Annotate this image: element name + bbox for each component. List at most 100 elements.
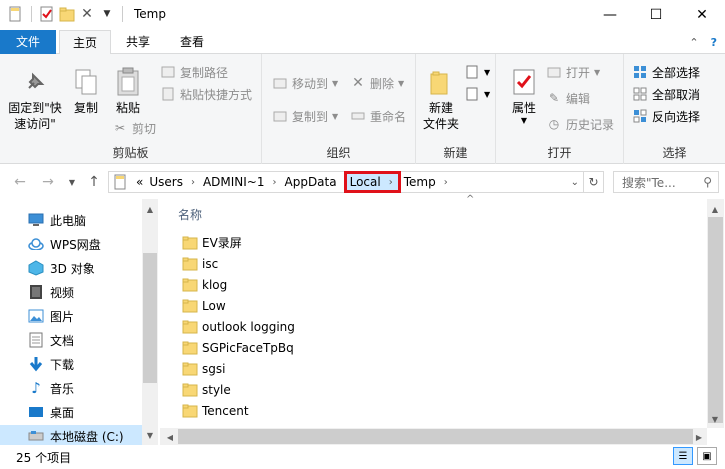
list-item[interactable]: outlook logging xyxy=(182,316,295,337)
video-icon xyxy=(28,284,44,300)
search-input[interactable]: 搜索"Te... ⚲ xyxy=(613,171,719,193)
move-to-button[interactable]: 移动到 ▼ xyxy=(272,73,338,93)
nav-item-local-disk-c[interactable]: 本地磁盘 (C:) xyxy=(0,425,142,447)
new-folder-button[interactable]: 新建 文件夹 xyxy=(418,58,464,132)
folder-icon xyxy=(182,341,198,354)
large-icons-view-icon[interactable]: ▣ xyxy=(697,447,717,465)
list-item[interactable]: sgsi xyxy=(182,358,225,379)
paste-shortcut-button[interactable]: 粘贴快捷方式 xyxy=(160,84,252,104)
ribbon-tabs: 文件 主页 共享 查看 ⌃ ? xyxy=(0,30,725,55)
file-scroll-down-icon[interactable]: ▼ xyxy=(707,411,723,427)
list-item[interactable]: Tencent xyxy=(182,400,249,421)
file-scroll-up-icon[interactable]: ▲ xyxy=(707,201,723,217)
folder-icon xyxy=(182,320,198,333)
list-item[interactable]: isc xyxy=(182,253,218,274)
breadcrumb-separator-icon[interactable]: › xyxy=(439,177,453,188)
nav-item-pictures[interactable]: 图片 xyxy=(28,305,74,327)
search-icon: ⚲ xyxy=(703,175,712,189)
copy-to-button[interactable]: 复制到 ▼ xyxy=(272,106,338,126)
address-bar[interactable]: « Users › ADMINI~1 › AppData Local › Tem… xyxy=(108,171,584,193)
file-list-pane: ^ 名称 EV录屏 isc klog Low outlook logging S… xyxy=(160,194,725,445)
forward-button[interactable]: → xyxy=(38,173,58,191)
nav-item-downloads[interactable]: 下载 xyxy=(28,353,74,375)
scroll-left-icon[interactable]: ◀ xyxy=(162,429,178,445)
list-item[interactable]: Low xyxy=(182,295,226,316)
hscrollbar-thumb[interactable] xyxy=(178,429,693,444)
recent-locations-button[interactable]: ▼ xyxy=(62,173,82,191)
properties-button[interactable]: 属性 ▼ xyxy=(504,58,544,126)
nav-item-this-pc[interactable]: 此电脑 xyxy=(28,209,86,231)
rename-button[interactable]: 重命名 xyxy=(350,106,406,126)
nav-scroll-up-icon[interactable]: ▲ xyxy=(142,201,158,217)
easy-access-icon xyxy=(464,86,480,102)
column-header-name[interactable]: 名称 xyxy=(178,206,202,223)
tab-home[interactable]: 主页 xyxy=(59,30,111,55)
tab-file[interactable]: 文件 xyxy=(0,30,56,54)
window-title: Temp xyxy=(134,7,166,21)
list-item[interactable]: EV录屏 xyxy=(182,232,242,253)
cut-button[interactable]: ✂ 剪切 xyxy=(112,118,156,138)
breadcrumb-separator-icon[interactable]: › xyxy=(268,177,282,188)
customize-toolbar-icon[interactable]: ▼ xyxy=(99,6,115,22)
list-item[interactable]: SGPicFaceTpBq xyxy=(182,337,294,358)
back-button[interactable]: ← xyxy=(10,173,30,191)
file-scrollbar-thumb[interactable] xyxy=(708,217,723,423)
nav-item-desktop[interactable]: 桌面 xyxy=(28,401,74,423)
breadcrumb-separator-icon[interactable]: › xyxy=(186,177,200,188)
nav-item-music[interactable]: ♪ 音乐 xyxy=(28,377,74,399)
list-item[interactable]: klog xyxy=(182,274,227,295)
desktop-icon xyxy=(28,404,44,420)
minimize-button[interactable]: — xyxy=(587,0,633,30)
scroll-right-icon[interactable]: ▶ xyxy=(691,429,707,445)
nav-item-documents[interactable]: 文档 xyxy=(28,329,74,351)
breadcrumb-appdata[interactable]: AppData xyxy=(282,175,340,189)
breadcrumb-temp[interactable]: Temp xyxy=(401,175,439,189)
breadcrumb-admini[interactable]: ADMINI~1 xyxy=(200,175,268,189)
select-none-icon xyxy=(632,86,648,102)
computer-icon xyxy=(28,212,44,228)
edit-button[interactable]: ✎ 编辑 xyxy=(546,88,590,108)
nav-item-videos[interactable]: 视频 xyxy=(28,281,74,303)
address-folder-icon xyxy=(113,174,129,190)
nav-item-3d-objects[interactable]: 3D 对象 xyxy=(28,257,95,279)
delete-icon[interactable]: ✕ xyxy=(79,6,95,22)
select-none-button[interactable]: 全部取消 xyxy=(632,84,700,104)
new-item-button[interactable]: ▼ xyxy=(464,62,490,82)
tab-share[interactable]: 共享 xyxy=(116,30,160,54)
copy-path-button[interactable]: 复制路径 xyxy=(160,62,228,82)
collapse-ribbon-icon[interactable]: ⌃ xyxy=(689,36,698,49)
open-group: 属性 ▼ 打开 ▼ ✎ 编辑 ◷ 历史记录 打开 xyxy=(496,54,624,164)
list-item[interactable]: style xyxy=(182,379,231,400)
new-folder-icon[interactable] xyxy=(59,6,75,22)
breadcrumb-users[interactable]: Users xyxy=(146,175,186,189)
invert-selection-button[interactable]: 反向选择 xyxy=(632,106,700,126)
refresh-button[interactable]: ↻ xyxy=(584,171,604,193)
breadcrumb-separator-icon[interactable]: › xyxy=(381,177,395,188)
address-dropdown-icon[interactable]: ⌄ xyxy=(571,177,579,188)
breadcrumb-local-highlight[interactable]: Local › xyxy=(343,171,401,193)
tab-view[interactable]: 查看 xyxy=(170,30,214,54)
pin-quick-access-button[interactable]: 固定到"快速访问" xyxy=(4,58,66,132)
breadcrumb-overflow[interactable]: « xyxy=(133,175,146,189)
copy-path-icon xyxy=(160,64,176,80)
maximize-button[interactable]: ☐ xyxy=(633,0,679,30)
history-button[interactable]: ◷ 历史记录 xyxy=(546,114,614,134)
paste-button[interactable]: 粘贴 xyxy=(108,58,148,116)
delete-button[interactable]: ✕ 删除 ▼ xyxy=(350,73,404,93)
copy-to-icon xyxy=(272,108,288,124)
properties-icon[interactable] xyxy=(39,6,55,22)
easy-access-button[interactable]: ▼ xyxy=(464,84,490,104)
nav-scroll-down-icon[interactable]: ▼ xyxy=(142,427,158,443)
select-all-button[interactable]: 全部选择 xyxy=(632,62,700,82)
copy-button[interactable]: 复制 xyxy=(68,58,104,116)
help-icon[interactable]: ? xyxy=(711,36,717,49)
nav-item-wps-drive[interactable]: WPS网盘 xyxy=(28,233,101,255)
select-group: 全部选择 全部取消 反向选择 选择 xyxy=(624,54,725,164)
breadcrumb-local[interactable]: Local xyxy=(350,175,381,189)
close-button[interactable]: ✕ xyxy=(679,0,725,30)
nav-scrollbar-thumb[interactable] xyxy=(143,253,157,383)
open-button[interactable]: 打开 ▼ xyxy=(546,62,600,82)
cloud-icon xyxy=(28,236,44,252)
details-view-icon[interactable]: ☰ xyxy=(673,447,693,465)
up-button[interactable]: ↑ xyxy=(84,173,104,191)
